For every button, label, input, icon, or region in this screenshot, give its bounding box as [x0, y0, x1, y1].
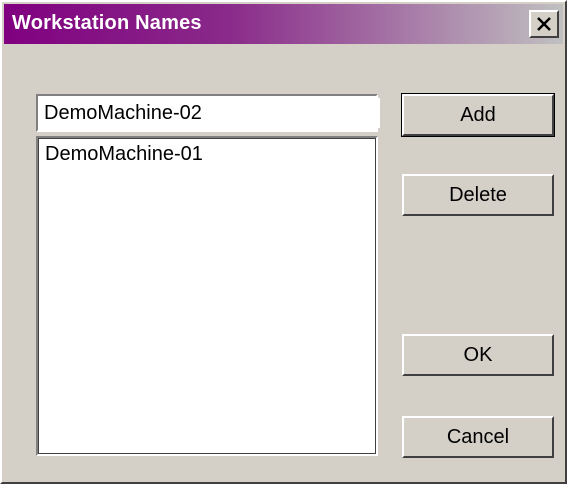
workstation-name-field[interactable] — [36, 94, 380, 132]
cancel-button[interactable]: Cancel — [402, 416, 554, 458]
close-icon — [537, 17, 551, 31]
add-button[interactable]: Add — [402, 94, 554, 136]
workstation-name-input[interactable] — [40, 98, 380, 128]
workstation-list-inner: DemoMachine-01 — [38, 138, 376, 454]
workstation-names-dialog: Workstation Names DemoMachine-01 Add Del… — [0, 0, 567, 484]
window-title: Workstation Names — [12, 12, 202, 34]
workstation-list[interactable]: DemoMachine-01 — [36, 136, 378, 456]
title-bar[interactable]: Workstation Names — [4, 4, 563, 44]
ok-button[interactable]: OK — [402, 334, 554, 376]
list-item[interactable]: DemoMachine-01 — [39, 139, 375, 169]
close-button[interactable] — [529, 10, 559, 38]
delete-button[interactable]: Delete — [402, 174, 554, 216]
